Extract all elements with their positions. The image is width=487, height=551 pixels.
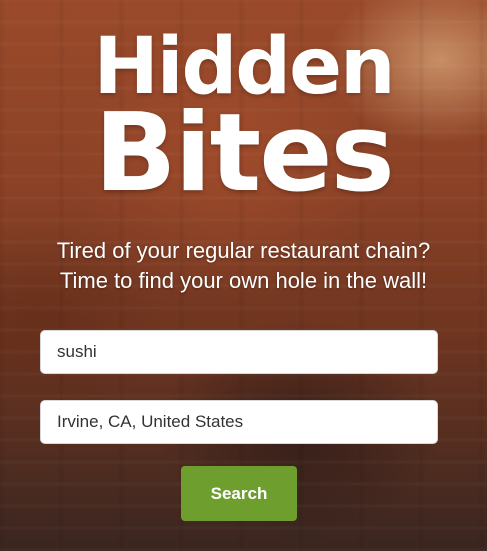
food-search-input[interactable] xyxy=(40,330,438,374)
location-input[interactable] xyxy=(40,400,438,444)
tagline-line-1: Tired of your regular restaurant chain? xyxy=(56,238,431,263)
search-button[interactable]: Search xyxy=(181,466,297,521)
tagline-line-2: Time to find your own hole in the wall! xyxy=(59,268,428,293)
logo-bites: Bites xyxy=(94,91,395,216)
